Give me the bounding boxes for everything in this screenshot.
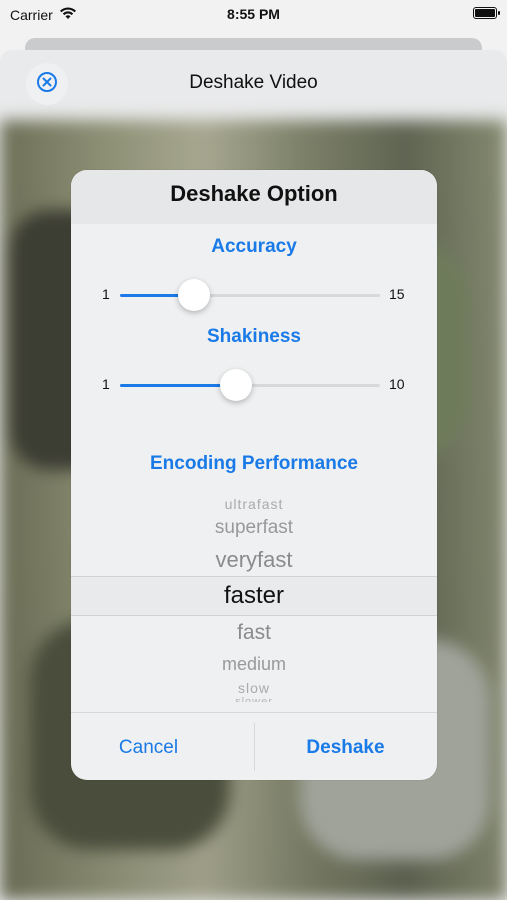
dialog-title: Deshake Option bbox=[170, 181, 338, 206]
accuracy-slider[interactable] bbox=[120, 279, 380, 311]
picker-option[interactable]: superfast bbox=[71, 517, 437, 539]
accuracy-max-label: 15 bbox=[389, 286, 405, 302]
deshake-option-dialog: Deshake Option Accuracy 1 15 Shakiness 1… bbox=[71, 170, 437, 780]
status-bar: Carrier 8:55 PM bbox=[0, 0, 507, 30]
picker-option[interactable]: ultrafast bbox=[71, 496, 437, 512]
status-time: 8:55 PM bbox=[227, 6, 280, 22]
accuracy-label: Accuracy bbox=[211, 236, 297, 257]
encoding-picker[interactable]: ultrafast superfast veryfast faster fast… bbox=[71, 490, 437, 702]
picker-option-selected[interactable]: faster bbox=[71, 582, 437, 610]
picker-option[interactable]: medium bbox=[71, 654, 437, 675]
shakiness-min-label: 1 bbox=[102, 376, 110, 392]
shakiness-slider[interactable] bbox=[120, 369, 380, 401]
shakiness-max-label: 10 bbox=[389, 376, 405, 392]
accuracy-slider-thumb[interactable] bbox=[178, 279, 211, 311]
shakiness-slider-fill bbox=[120, 384, 236, 387]
encoding-performance-label: Encoding Performance bbox=[150, 453, 358, 474]
shakiness-slider-thumb[interactable] bbox=[219, 369, 252, 401]
nav-title: Deshake Video bbox=[189, 72, 318, 93]
deshake-button[interactable]: Deshake bbox=[254, 737, 437, 759]
dialog-action-bar: Cancel Deshake bbox=[71, 712, 437, 780]
picker-option[interactable]: veryfast bbox=[71, 547, 437, 573]
picker-option[interactable]: slow bbox=[71, 680, 437, 696]
picker-option[interactable]: fast bbox=[71, 621, 437, 645]
accuracy-min-label: 1 bbox=[102, 286, 110, 302]
picker-option[interactable]: slower bbox=[71, 696, 437, 702]
battery-icon bbox=[473, 7, 500, 19]
cancel-button[interactable]: Cancel bbox=[71, 737, 226, 759]
shakiness-label: Shakiness bbox=[207, 326, 301, 347]
dialog-header: Deshake Option bbox=[71, 170, 437, 224]
